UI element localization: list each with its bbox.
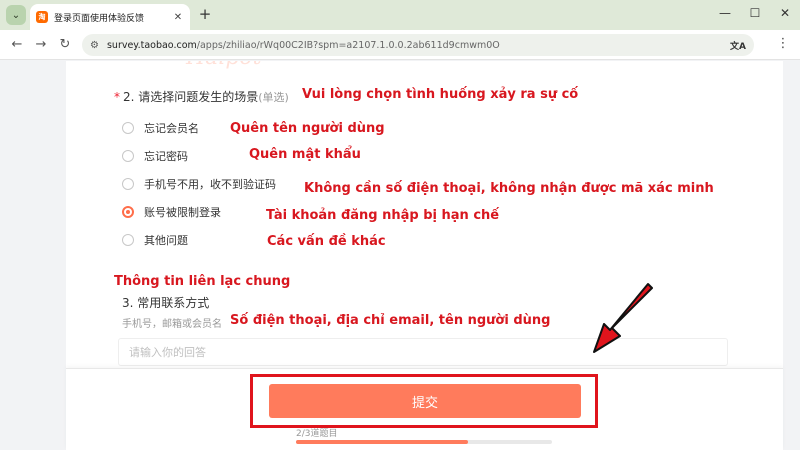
radio-button[interactable]: [122, 150, 134, 162]
tab-close-icon[interactable]: ✕: [170, 12, 186, 23]
browser-tab-bar: ⌄ 淘 登录页面使用体验反馈 ✕ + — ☐ ✕: [0, 0, 800, 30]
annotation-option-2: Quên mật khẩu: [249, 147, 361, 162]
option-label: 手机号不用，收不到验证码: [144, 178, 276, 191]
question-3-title: 3. 常用联系方式: [122, 296, 210, 310]
window-close-icon[interactable]: ✕: [776, 6, 794, 20]
url-text: survey.taobao.com/apps/zhiliao/rWq00C2IB…: [107, 40, 730, 51]
single-choice-hint: (单选): [258, 91, 289, 104]
taobao-favicon-icon: 淘: [36, 11, 48, 23]
option-label: 其他问题: [144, 234, 188, 247]
tab-survey[interactable]: 淘 登录页面使用体验反馈 ✕: [30, 4, 190, 30]
option-forgot-password[interactable]: 忘记密码: [122, 147, 188, 165]
option-forgot-username[interactable]: 忘记会员名: [122, 119, 199, 137]
radio-button-checked[interactable]: [122, 206, 134, 218]
progress-text: 2/3道题目: [296, 429, 338, 439]
question-3-hint: 手机号，邮箱或会员名: [122, 319, 222, 330]
option-account-restricted[interactable]: 账号被限制登录: [122, 203, 221, 221]
back-arrow-icon[interactable]: ←: [8, 36, 26, 54]
option-label: 账号被限制登录: [144, 206, 221, 219]
radio-button[interactable]: [122, 122, 134, 134]
annotation-question-2: Vui lòng chọn tình huống xảy ra sự cố: [302, 87, 579, 102]
annotation-option-3: Không cần số điện thoại, không nhận được…: [304, 181, 714, 196]
radio-button[interactable]: [122, 178, 134, 190]
chevron-down-icon: ⌄: [11, 9, 21, 21]
required-mark: *: [114, 90, 120, 104]
annotation-option-4: Tài khoản đăng nhập bị hạn chế: [266, 208, 500, 223]
progress-fill: [296, 440, 468, 444]
translate-icon[interactable]: 文A: [730, 39, 746, 52]
red-arrow-icon: [593, 283, 653, 353]
radio-button[interactable]: [122, 234, 134, 246]
option-label: 忘记密码: [144, 150, 188, 163]
option-no-phone-code[interactable]: 手机号不用，收不到验证码: [122, 175, 276, 193]
option-label: 忘记会员名: [144, 122, 199, 135]
annotation-question-3: Số điện thoại, địa chỉ email, tên người …: [230, 313, 551, 328]
browser-toolbar: ← → ↻ ⚙ survey.taobao.com/apps/zhiliao/r…: [0, 30, 800, 60]
question-2-text: 2. 请选择问题发生的场景: [123, 90, 259, 104]
watermark: Haipot: [186, 61, 262, 70]
new-tab-button[interactable]: +: [196, 6, 214, 24]
annotation-contact-section: Thông tin liên lạc chung: [114, 274, 291, 289]
submit-button[interactable]: 提交: [269, 384, 581, 418]
url-path: /apps/zhiliao/rWq00C2IB?spm=a2107.1.0.0.…: [196, 39, 500, 51]
tab-title: 登录页面使用体验反馈: [54, 13, 145, 24]
tab-search-button[interactable]: ⌄: [6, 5, 26, 25]
annotation-option-1: Quên tên người dùng: [230, 121, 385, 136]
site-info-icon[interactable]: ⚙: [90, 40, 99, 51]
annotation-option-5: Các vấn đề khác: [267, 234, 386, 249]
option-other[interactable]: 其他问题: [122, 231, 188, 249]
progress-track: [296, 440, 552, 444]
minimize-icon[interactable]: —: [716, 6, 734, 20]
question-2-title: * 2. 请选择问题发生的场景(单选): [114, 88, 289, 105]
forward-arrow-icon[interactable]: →: [32, 36, 50, 54]
reload-icon[interactable]: ↻: [56, 36, 74, 54]
address-bar[interactable]: ⚙ survey.taobao.com/apps/zhiliao/rWq00C2…: [82, 34, 754, 56]
maximize-icon[interactable]: ☐: [746, 6, 764, 20]
more-menu-icon[interactable]: ⋮: [774, 36, 792, 54]
url-domain: survey.taobao.com: [106, 39, 197, 51]
